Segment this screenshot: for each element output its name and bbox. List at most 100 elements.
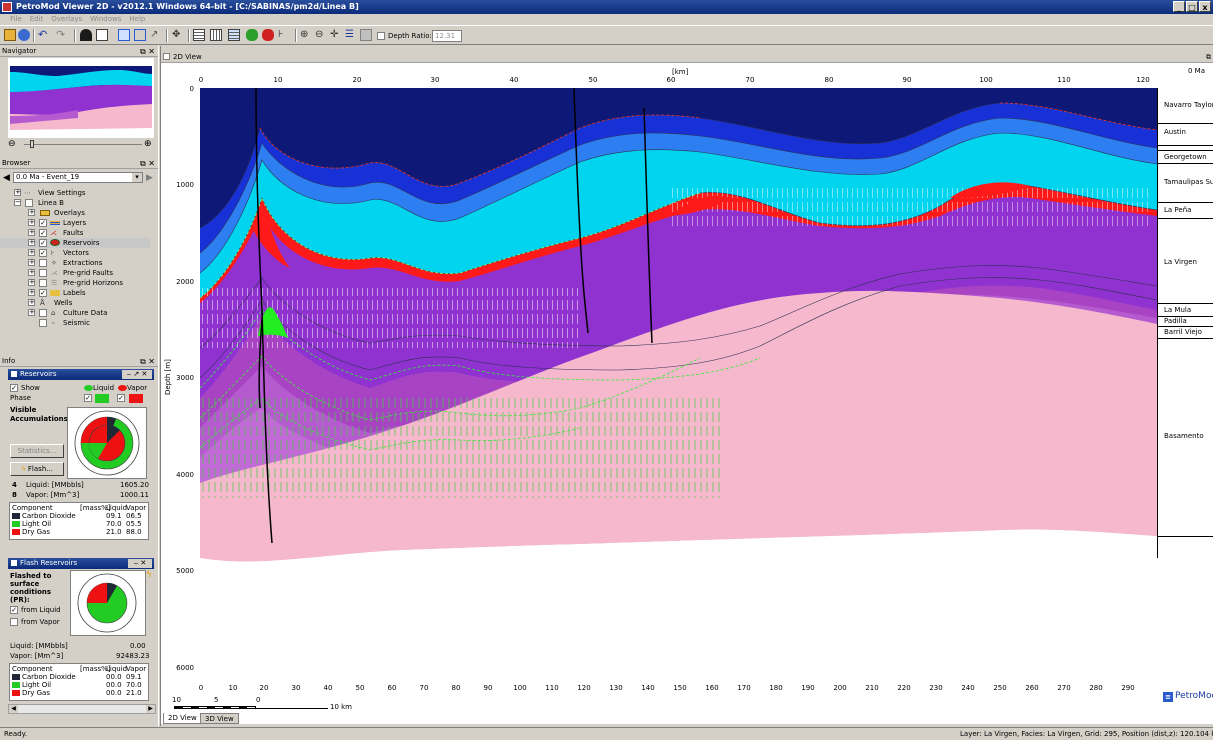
menu-windows[interactable]: Windows bbox=[90, 14, 121, 25]
scroll-left-icon[interactable]: ◀ bbox=[9, 705, 18, 713]
label-icon bbox=[50, 290, 60, 296]
layer-label-navarro-taylor: Navarro Taylor bbox=[1164, 101, 1213, 109]
bottom-tick-label: 120 bbox=[577, 684, 591, 692]
select-icon[interactable] bbox=[118, 29, 130, 41]
float-close-icon[interactable]: ⧉ ✕ bbox=[140, 158, 155, 169]
grid-off-icon[interactable] bbox=[360, 29, 372, 41]
table-row: Light Oil 00.0 70.0 bbox=[10, 681, 148, 689]
bottom-tick-label: 270 bbox=[1057, 684, 1071, 692]
navigator-thumbnail[interactable] bbox=[8, 58, 154, 138]
chevron-down-icon[interactable]: ▾ bbox=[132, 173, 142, 182]
depth-ratio-checkbox[interactable] bbox=[377, 32, 385, 40]
visible-accumulations-label: Visible Accumulations: bbox=[10, 406, 71, 423]
liquid-phase-checkbox[interactable]: ✓ bbox=[84, 394, 92, 402]
float-close-icon[interactable]: ⧉ ✕ bbox=[140, 356, 155, 367]
show-checkbox[interactable]: ✓ bbox=[10, 384, 18, 392]
vapor-total-label: Vapor: [Mm^3] bbox=[26, 491, 80, 499]
window-controls: _ □ x bbox=[1173, 1, 1211, 12]
collapse-icon[interactable] bbox=[11, 371, 17, 377]
layers-grid-icon[interactable] bbox=[228, 29, 240, 41]
bottom-tick-label: 280 bbox=[1089, 684, 1103, 692]
open-folder-icon[interactable] bbox=[4, 29, 16, 41]
collapse-icon[interactable] bbox=[11, 560, 17, 566]
reservoir-red-icon[interactable] bbox=[262, 29, 274, 41]
liquid-color-swatch[interactable] bbox=[95, 394, 109, 403]
well-icon[interactable] bbox=[80, 29, 92, 41]
carbon-dioxide-swatch bbox=[12, 674, 20, 680]
float-close-icon[interactable]: ⧉ ✕ bbox=[140, 46, 155, 57]
flash-button[interactable]: ϟ Flash... bbox=[10, 462, 64, 476]
undo-icon[interactable]: ↶ bbox=[38, 29, 50, 41]
event-select[interactable]: 0.0 Ma - Event_19 ▾ bbox=[13, 172, 143, 183]
bottom-tick-label: 230 bbox=[929, 684, 943, 692]
tab-2d-view[interactable]: 2D View bbox=[163, 713, 202, 724]
status-position: Layer: La Virgen, Facies: La Virgen, Gri… bbox=[960, 730, 1213, 738]
layer-label-padilla: Padilla bbox=[1164, 317, 1187, 325]
from-liquid-label: from Liquid bbox=[21, 606, 61, 614]
bottom-tick-label: 50 bbox=[355, 684, 365, 692]
layer-label-basamento: Basamento bbox=[1164, 432, 1204, 440]
maximize-button[interactable]: □ bbox=[1186, 1, 1198, 12]
vapor-color-swatch[interactable] bbox=[129, 394, 143, 403]
vector-icon[interactable]: ⊦ bbox=[278, 29, 290, 41]
zoom-out-icon[interactable]: ⊖ bbox=[315, 29, 327, 41]
browser-header: Browser ⧉ ✕ bbox=[0, 158, 158, 169]
horizontal-scrollbar[interactable]: ◀ ▶ bbox=[8, 704, 156, 714]
pointer-icon[interactable]: ↗ bbox=[150, 29, 162, 41]
vapor-total-value: 1000.11 bbox=[120, 491, 149, 499]
minimize-button[interactable]: _ bbox=[1173, 1, 1185, 12]
grid-lines-icon[interactable] bbox=[193, 29, 205, 41]
bottom-tick-label: 180 bbox=[769, 684, 783, 692]
bottom-tick-label: 60 bbox=[387, 684, 397, 692]
reservoir-green-icon[interactable] bbox=[246, 29, 258, 41]
bottom-tick-label: 160 bbox=[705, 684, 719, 692]
app-icon bbox=[2, 2, 12, 12]
zoom-in-icon[interactable]: ⊕ bbox=[300, 29, 312, 41]
culture-icon: ⌂ bbox=[51, 309, 56, 317]
toolbar: ↶ ↷ ↗ ✥ ⊦ ⊕ ⊖ ✛ ☰ Depth Ratio: 12.31 bbox=[0, 25, 1213, 45]
reservoirs-subpanel-title: Reservoirs bbox=[20, 370, 57, 378]
from-liquid-checkbox[interactable]: ✓ bbox=[10, 606, 18, 614]
scroll-right-icon[interactable]: ▶ bbox=[146, 705, 155, 713]
navigator-zoom-slider[interactable]: ⊖ ⊕ bbox=[8, 139, 154, 149]
previous-event-icon[interactable]: ◀ bbox=[3, 173, 10, 183]
subpanel-controls[interactable]: ‒ ↗ ✕ bbox=[122, 370, 152, 379]
list-icon[interactable]: ☰ bbox=[345, 29, 357, 41]
redo-icon[interactable]: ↷ bbox=[56, 29, 68, 41]
slider-handle[interactable] bbox=[30, 140, 34, 148]
fault-icon: ⋌ bbox=[50, 229, 57, 237]
menu-edit[interactable]: Edit bbox=[30, 14, 44, 25]
view2d-title: 2D View bbox=[173, 53, 202, 61]
liquid-total-value: 1605.20 bbox=[120, 481, 149, 489]
depth-ratio-input[interactable]: 12.31 bbox=[432, 30, 462, 42]
close-button[interactable]: x bbox=[1199, 1, 1211, 12]
next-event-icon[interactable]: ▶ bbox=[146, 173, 153, 183]
globe-icon[interactable] bbox=[18, 29, 30, 41]
grid-columns-icon[interactable] bbox=[210, 29, 222, 41]
bottom-tick-label: 130 bbox=[609, 684, 623, 692]
rectangle-select-icon[interactable] bbox=[96, 29, 108, 41]
info-header: Info ⧉ ✕ bbox=[0, 356, 158, 367]
bottom-tick-label: 110 bbox=[545, 684, 559, 692]
pan-icon[interactable]: ✥ bbox=[172, 29, 184, 41]
float-icon[interactable]: ⧉ bbox=[1206, 53, 1211, 62]
bottom-tick-label: 170 bbox=[737, 684, 751, 692]
tree-item-reservoirs[interactable]: + ✓ Reservoirs bbox=[0, 238, 150, 248]
cross-section[interactable] bbox=[200, 88, 1157, 682]
menu-help[interactable]: Help bbox=[129, 14, 145, 25]
tab-3d-view[interactable]: 3D View bbox=[200, 713, 239, 724]
depth-tick-label: 4000 bbox=[176, 471, 194, 479]
from-vapor-checkbox[interactable] bbox=[10, 618, 18, 626]
region-icon[interactable] bbox=[134, 29, 146, 41]
zoom-in-small-icon[interactable]: ⊕ bbox=[144, 139, 152, 149]
vapor-phase-checkbox[interactable]: ✓ bbox=[117, 394, 125, 402]
menu-file[interactable]: File bbox=[10, 14, 22, 25]
menu-overlays[interactable]: Overlays bbox=[51, 14, 82, 25]
zoom-out-small-icon[interactable]: ⊖ bbox=[8, 139, 16, 149]
subpanel-controls[interactable]: ‒ ✕ bbox=[128, 559, 152, 568]
bottom-tick-label: 40 bbox=[323, 684, 333, 692]
bottom-tick-label: 30 bbox=[291, 684, 301, 692]
statistics-button[interactable]: Statistics... bbox=[10, 444, 64, 458]
fit-view-icon[interactable]: ✛ bbox=[330, 29, 342, 41]
bottom-tick-label: 220 bbox=[897, 684, 911, 692]
